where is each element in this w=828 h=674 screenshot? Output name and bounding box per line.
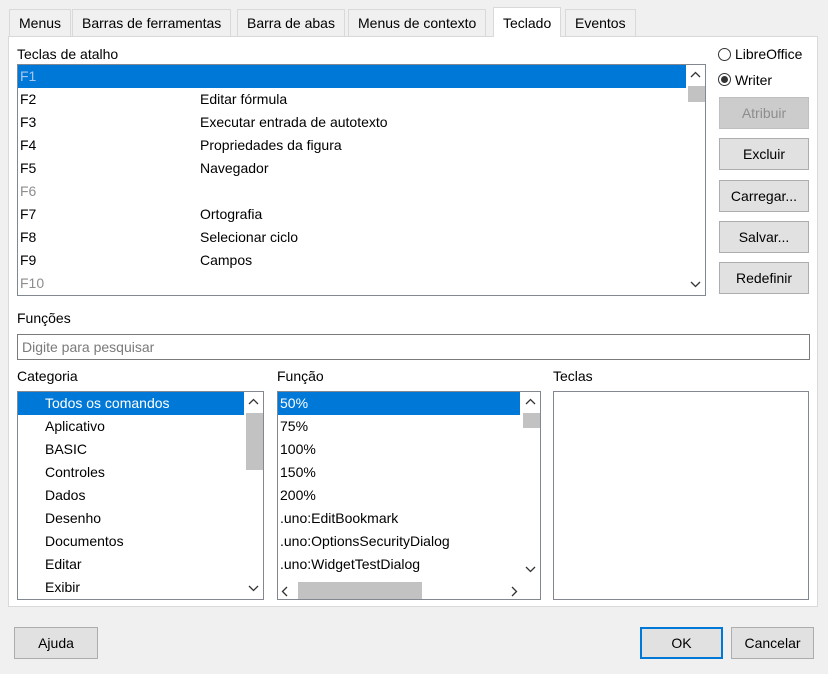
shortcut-command: Executar entrada de autotexto xyxy=(200,114,388,130)
funcao-list-hscrollbar[interactable] xyxy=(278,580,521,599)
carregar-button[interactable]: Carregar... xyxy=(719,180,809,212)
chevron-up-icon[interactable] xyxy=(521,393,540,411)
ok-button[interactable]: OK xyxy=(640,627,723,659)
shortcut-list-scroll-thumb[interactable] xyxy=(688,86,705,102)
salvar-button[interactable]: Salvar... xyxy=(719,221,809,253)
shortcut-command: Navegador xyxy=(200,160,269,176)
shortcut-command: Editar fórmula xyxy=(200,91,288,107)
categoria-list[interactable]: Todos os comandos Aplicativo BASIC Controle… xyxy=(17,391,264,600)
categoria-item[interactable]: Editar xyxy=(18,553,244,576)
tab-menus[interactable]: Menus xyxy=(9,9,72,36)
chevron-up-icon[interactable] xyxy=(244,393,263,411)
shortcut-key: F8 xyxy=(20,229,37,245)
chevron-left-icon[interactable] xyxy=(281,584,288,599)
shortcut-key: F5 xyxy=(20,160,37,176)
chevron-down-icon[interactable] xyxy=(244,580,263,598)
shortcut-row[interactable]: F8 Selecionar ciclo xyxy=(18,226,686,249)
shortcut-row[interactable]: F3 Executar entrada de autotexto xyxy=(18,111,686,134)
writer-radio-label[interactable]: Writer xyxy=(735,72,772,88)
tab-menus-de-contexto[interactable]: Menus de contexto xyxy=(348,9,487,36)
shortcut-row[interactable]: F2 Editar fórmula xyxy=(18,88,686,111)
categoria-list-scrollbar[interactable] xyxy=(244,392,263,599)
shortcut-command: Ortografia xyxy=(200,206,263,222)
funcao-label: Função xyxy=(277,368,324,384)
shortcut-row[interactable]: F10 xyxy=(18,272,686,295)
funcao-hscroll-thumb[interactable] xyxy=(298,582,422,599)
excluir-button[interactable]: Excluir xyxy=(719,138,809,170)
shortcut-command: Campos xyxy=(200,252,253,268)
functions-label: Funções xyxy=(17,310,71,326)
categoria-item[interactable]: Aplicativo xyxy=(18,415,244,438)
help-button[interactable]: Ajuda xyxy=(14,627,98,659)
shortcut-key: F9 xyxy=(20,252,37,268)
shortcut-key: F4 xyxy=(20,137,37,153)
function-search-input[interactable]: Digite para pesquisar xyxy=(17,334,810,360)
shortcut-row[interactable]: F7 Ortografia xyxy=(18,203,686,226)
funcao-item[interactable]: 50% xyxy=(278,392,520,415)
libreoffice-radio-label[interactable]: LibreOffice xyxy=(735,46,802,62)
categoria-item[interactable]: Controles xyxy=(18,461,244,484)
tab-eventos[interactable]: Eventos xyxy=(565,9,636,36)
categoria-item[interactable]: Documentos xyxy=(18,530,244,553)
shortcut-command: Selecionar ciclo xyxy=(200,229,299,245)
teclas-list[interactable] xyxy=(553,391,809,600)
shortcut-key: F3 xyxy=(20,114,37,130)
categoria-item[interactable]: Exibir xyxy=(18,576,244,599)
shortcut-keys-label: Teclas de atalho xyxy=(17,46,119,62)
chevron-down-icon[interactable] xyxy=(521,561,540,579)
redefinir-button[interactable]: Redefinir xyxy=(719,262,809,294)
shortcut-key: F2 xyxy=(20,91,37,107)
categoria-item[interactable]: Dados xyxy=(18,484,244,507)
funcao-scroll-thumb[interactable] xyxy=(523,413,540,428)
shortcut-command: Propriedades da figura xyxy=(200,137,342,153)
categoria-scroll-thumb[interactable] xyxy=(246,413,263,470)
categoria-item[interactable]: BASIC xyxy=(18,438,244,461)
shortcut-key: F6 xyxy=(20,183,37,199)
funcao-item[interactable]: .uno:EditBookmark xyxy=(278,507,520,530)
shortcut-row[interactable]: F9 Campos xyxy=(18,249,686,272)
funcao-item[interactable]: 100% xyxy=(278,438,520,461)
funcao-list[interactable]: 50% 75% 100% 150% 200% .uno:EditBookmark .uno:… xyxy=(277,391,541,600)
shortcut-row[interactable]: F5 Navegador xyxy=(18,157,686,180)
shortcut-key: F7 xyxy=(20,206,37,222)
shortcut-row[interactable]: F1 xyxy=(18,65,686,88)
funcao-item[interactable]: 75% xyxy=(278,415,520,438)
chevron-down-icon[interactable] xyxy=(686,276,705,294)
funcao-item[interactable]: 150% xyxy=(278,461,520,484)
chevron-right-icon[interactable] xyxy=(511,584,518,599)
shortcut-list-scrollbar[interactable] xyxy=(686,65,705,295)
cancel-button[interactable]: Cancelar xyxy=(731,627,814,659)
tab-barras-de-ferramentas[interactable]: Barras de ferramentas xyxy=(72,9,232,36)
tab-teclado[interactable]: Teclado xyxy=(493,7,562,37)
categoria-item[interactable]: Todos os comandos xyxy=(18,392,244,415)
shortcut-row[interactable]: F4 Propriedades da figura xyxy=(18,134,686,157)
libreoffice-radio[interactable] xyxy=(718,48,731,61)
atribuir-button[interactable]: Atribuir xyxy=(719,97,809,129)
shortcut-row[interactable]: F6 xyxy=(18,180,686,203)
categoria-label: Categoria xyxy=(17,368,78,384)
shortcut-key: F1 xyxy=(20,68,37,84)
funcao-list-vscrollbar[interactable] xyxy=(521,392,540,580)
funcao-item[interactable]: 200% xyxy=(278,484,520,507)
writer-radio[interactable] xyxy=(718,73,731,86)
funcao-item[interactable]: .uno:WidgetTestDialog xyxy=(278,553,520,576)
teclas-label: Teclas xyxy=(553,368,593,384)
categoria-item[interactable]: Desenho xyxy=(18,507,244,530)
funcao-item[interactable]: .uno:OptionsSecurityDialog xyxy=(278,530,520,553)
shortcut-keys-list[interactable]: F1 F2 Editar fórmula F3 Executar entrada de … xyxy=(17,64,706,296)
chevron-up-icon[interactable] xyxy=(686,66,705,84)
tab-barra-de-abas[interactable]: Barra de abas xyxy=(237,9,345,36)
shortcut-key: F10 xyxy=(20,275,45,291)
